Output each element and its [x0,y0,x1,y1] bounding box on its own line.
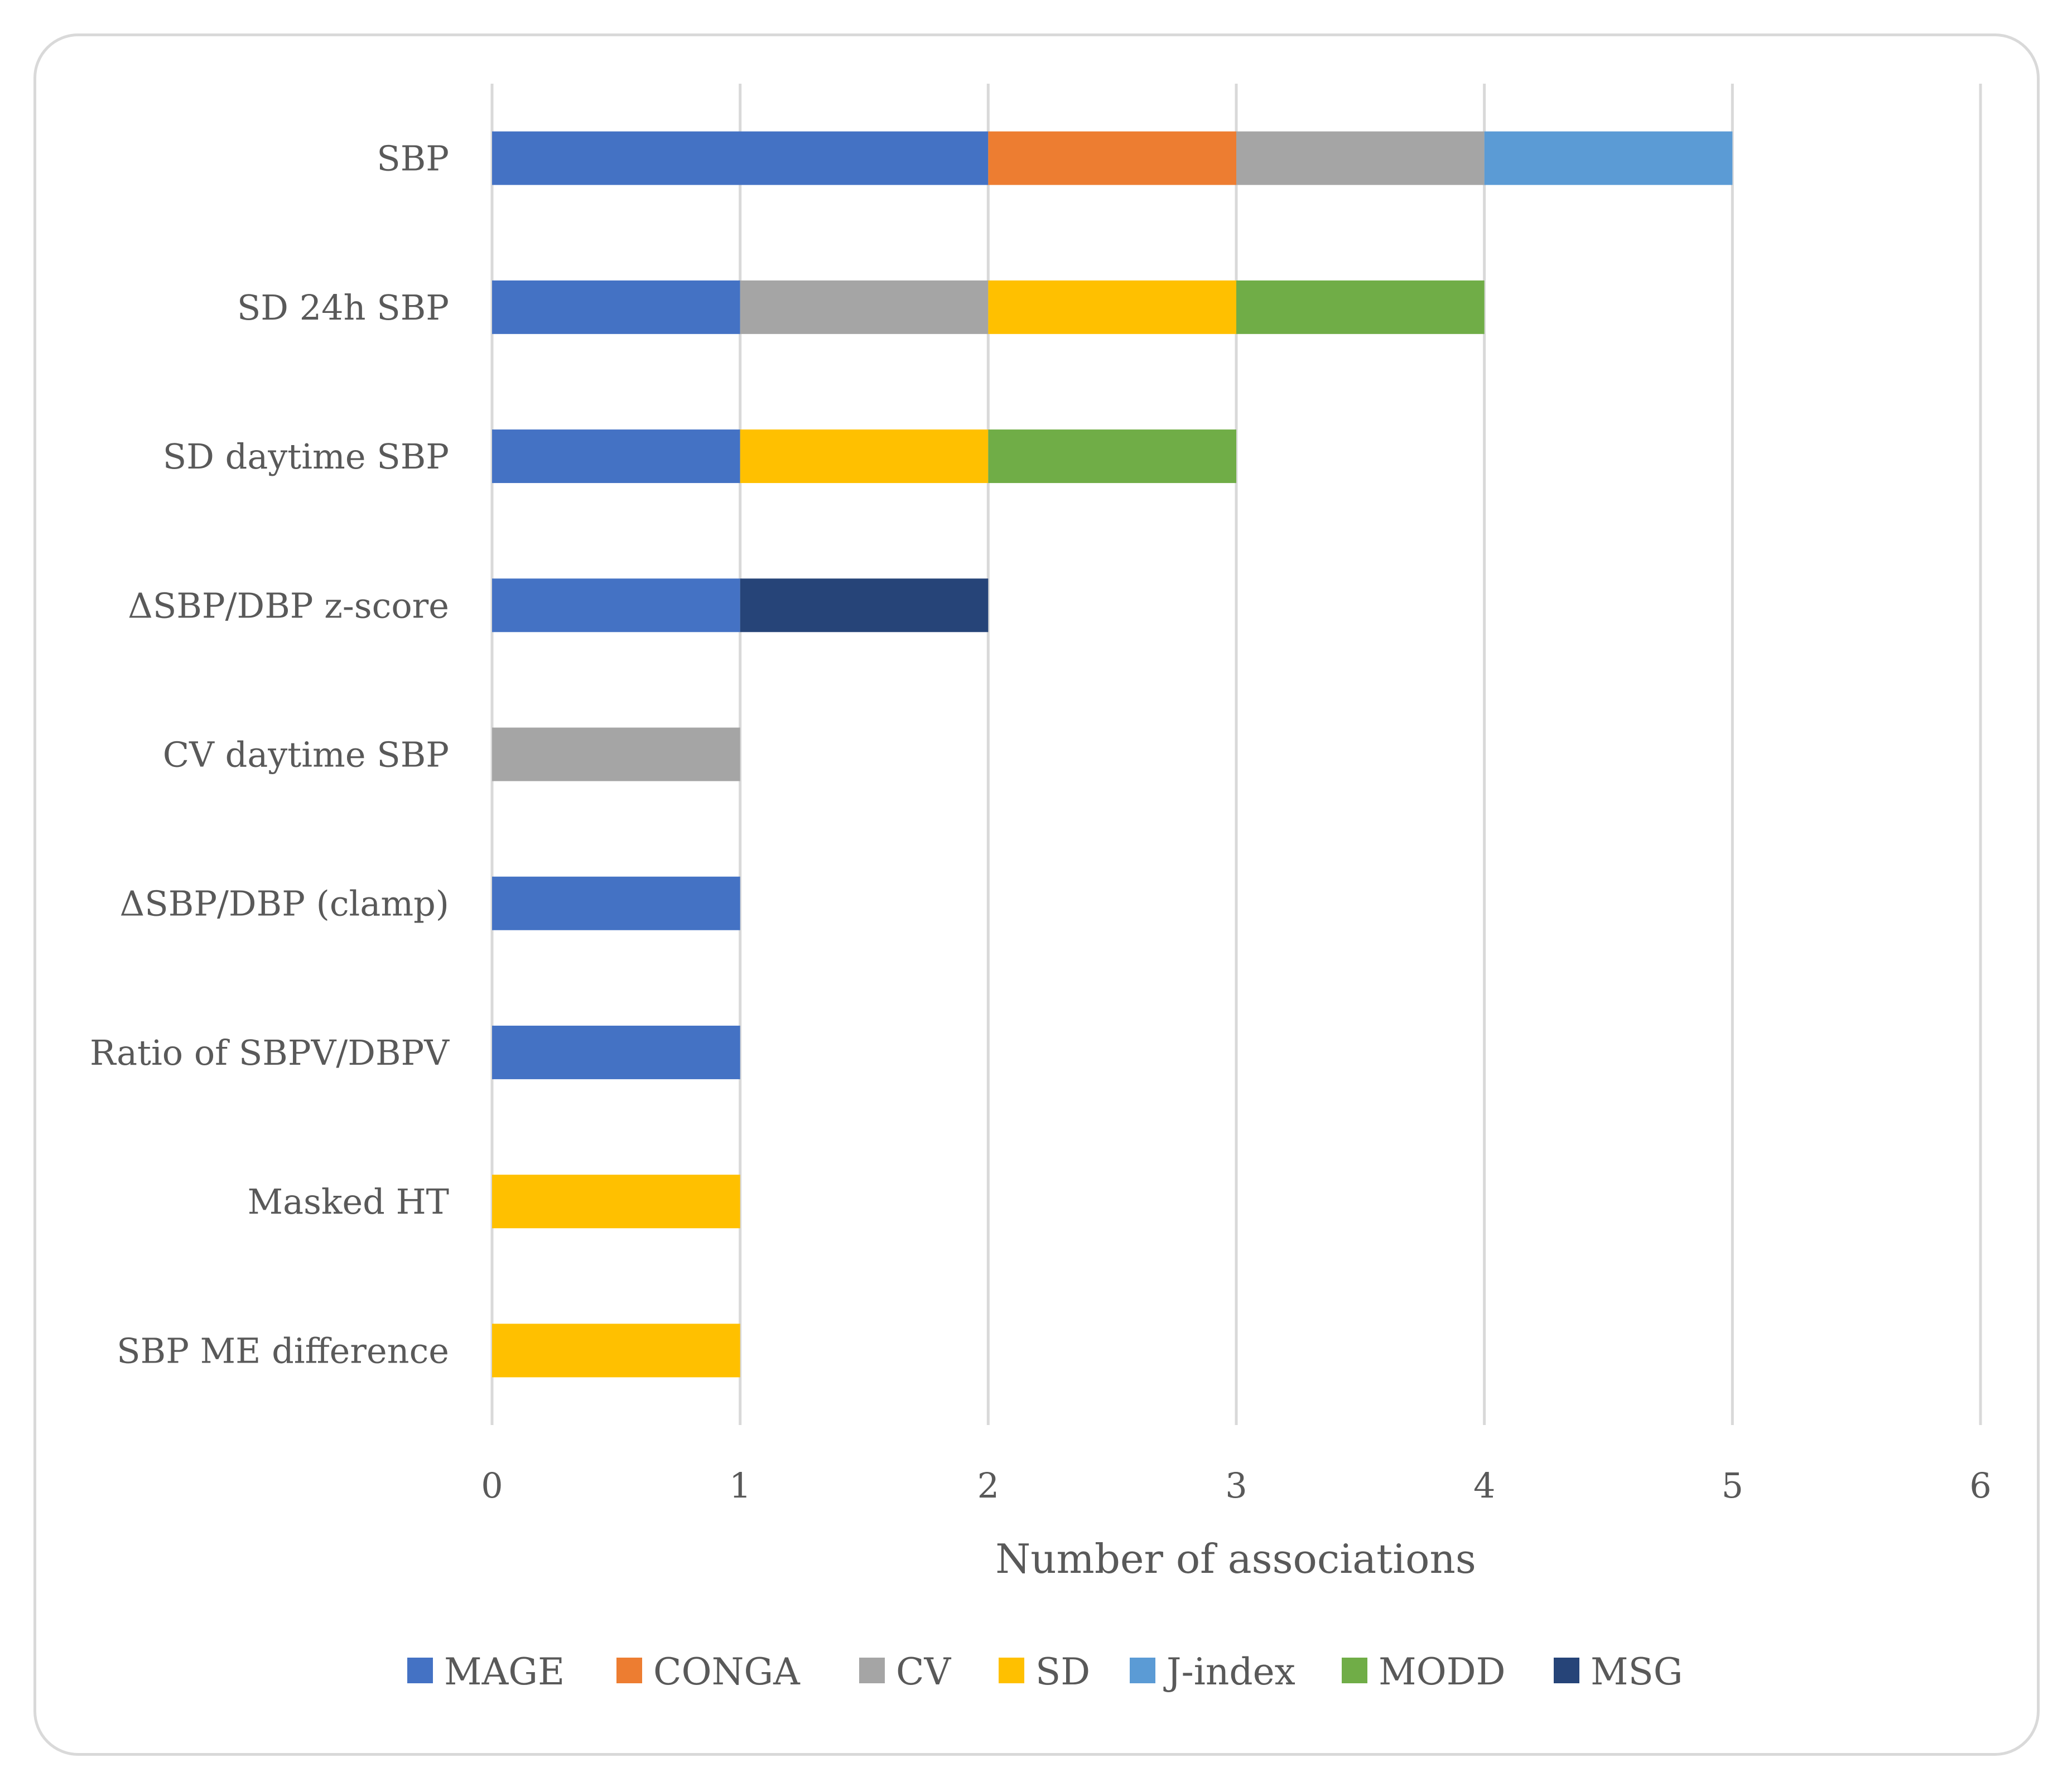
legend-item: CONGA [616,1650,801,1693]
x-tick-label: 5 [1722,1465,1743,1506]
legend-swatch [1342,1658,1367,1683]
bar-segment-sd [740,429,989,484]
legend-label: CV [896,1650,951,1693]
legend: MAGE CONGA CV SD J-index MODD MSG [407,1650,1683,1693]
legend-label: SD [1035,1650,1090,1693]
bar-segment-mage [492,578,740,632]
bar-segment-sd [492,1324,740,1378]
bar-segment-mage [492,876,740,930]
legend-label: MSG [1591,1650,1683,1693]
category-label: Ratio of SBPV/DBPV [90,1032,450,1073]
bar-segment-modd [1236,280,1485,334]
x-axis-title: Number of associations [995,1535,1476,1582]
legend-label: MODD [1379,1650,1506,1693]
bars [492,131,1733,1378]
x-tick-label: 6 [1969,1465,1991,1506]
bar-segment-cv [492,727,740,781]
legend-item: J-index [1130,1650,1295,1693]
legend-item: SD [999,1650,1090,1693]
x-tick-label: 0 [481,1465,503,1506]
bar-segment-cv [740,280,989,334]
bar-segment-msg [740,578,989,632]
category-label: SD 24h SBP [237,287,449,328]
bar-segment-sd [988,280,1236,334]
legend-swatch [616,1658,642,1683]
legend-item: MAGE [407,1650,565,1693]
legend-swatch [999,1658,1024,1683]
legend-item: MSG [1554,1650,1683,1693]
x-tick-label: 2 [977,1465,999,1506]
category-label: CV daytime SBP [163,735,449,775]
legend-swatch [407,1658,433,1683]
x-tick-label: 3 [1225,1465,1247,1506]
stacked-bar-chart: SBP SD 24h SBP SD daytime SBP ΔSBP/DBP z-sc… [90,84,1992,1693]
bar-segment-mage [492,280,740,334]
category-label: SBP [377,138,449,179]
legend-label: CONGA [653,1650,801,1693]
bar-segment-mage [492,1025,740,1079]
category-label: SBP ME difference [117,1330,449,1371]
legend-item: CV [859,1650,951,1693]
legend-label: MAGE [444,1650,565,1693]
category-label: ΔSBP/DBP z-score [128,585,449,626]
x-tick-labels: 0 1 2 3 4 5 6 [481,1465,1991,1506]
bar-segment-conga [988,131,1236,185]
category-label: SD daytime SBP [163,436,449,477]
legend-swatch [1130,1658,1155,1683]
legend-item: MODD [1342,1650,1506,1693]
category-labels: SBP SD 24h SBP SD daytime SBP ΔSBP/DBP z-sc… [90,138,450,1371]
x-tick-label: 4 [1473,1465,1495,1506]
category-label: Masked HT [248,1181,449,1222]
x-tick-label: 1 [729,1465,751,1506]
bar-segment-mage [492,131,989,185]
bar-segment-cv [1236,131,1485,185]
bar-segment-j-index [1484,131,1733,185]
legend-swatch [859,1658,885,1683]
bar-segment-mage [492,429,740,484]
legend-label: J-index [1163,1650,1295,1693]
bar-segment-modd [988,429,1236,484]
legend-swatch [1554,1658,1579,1683]
category-label: ΔSBP/DBP (clamp) [120,883,449,924]
bar-segment-sd [492,1175,740,1229]
